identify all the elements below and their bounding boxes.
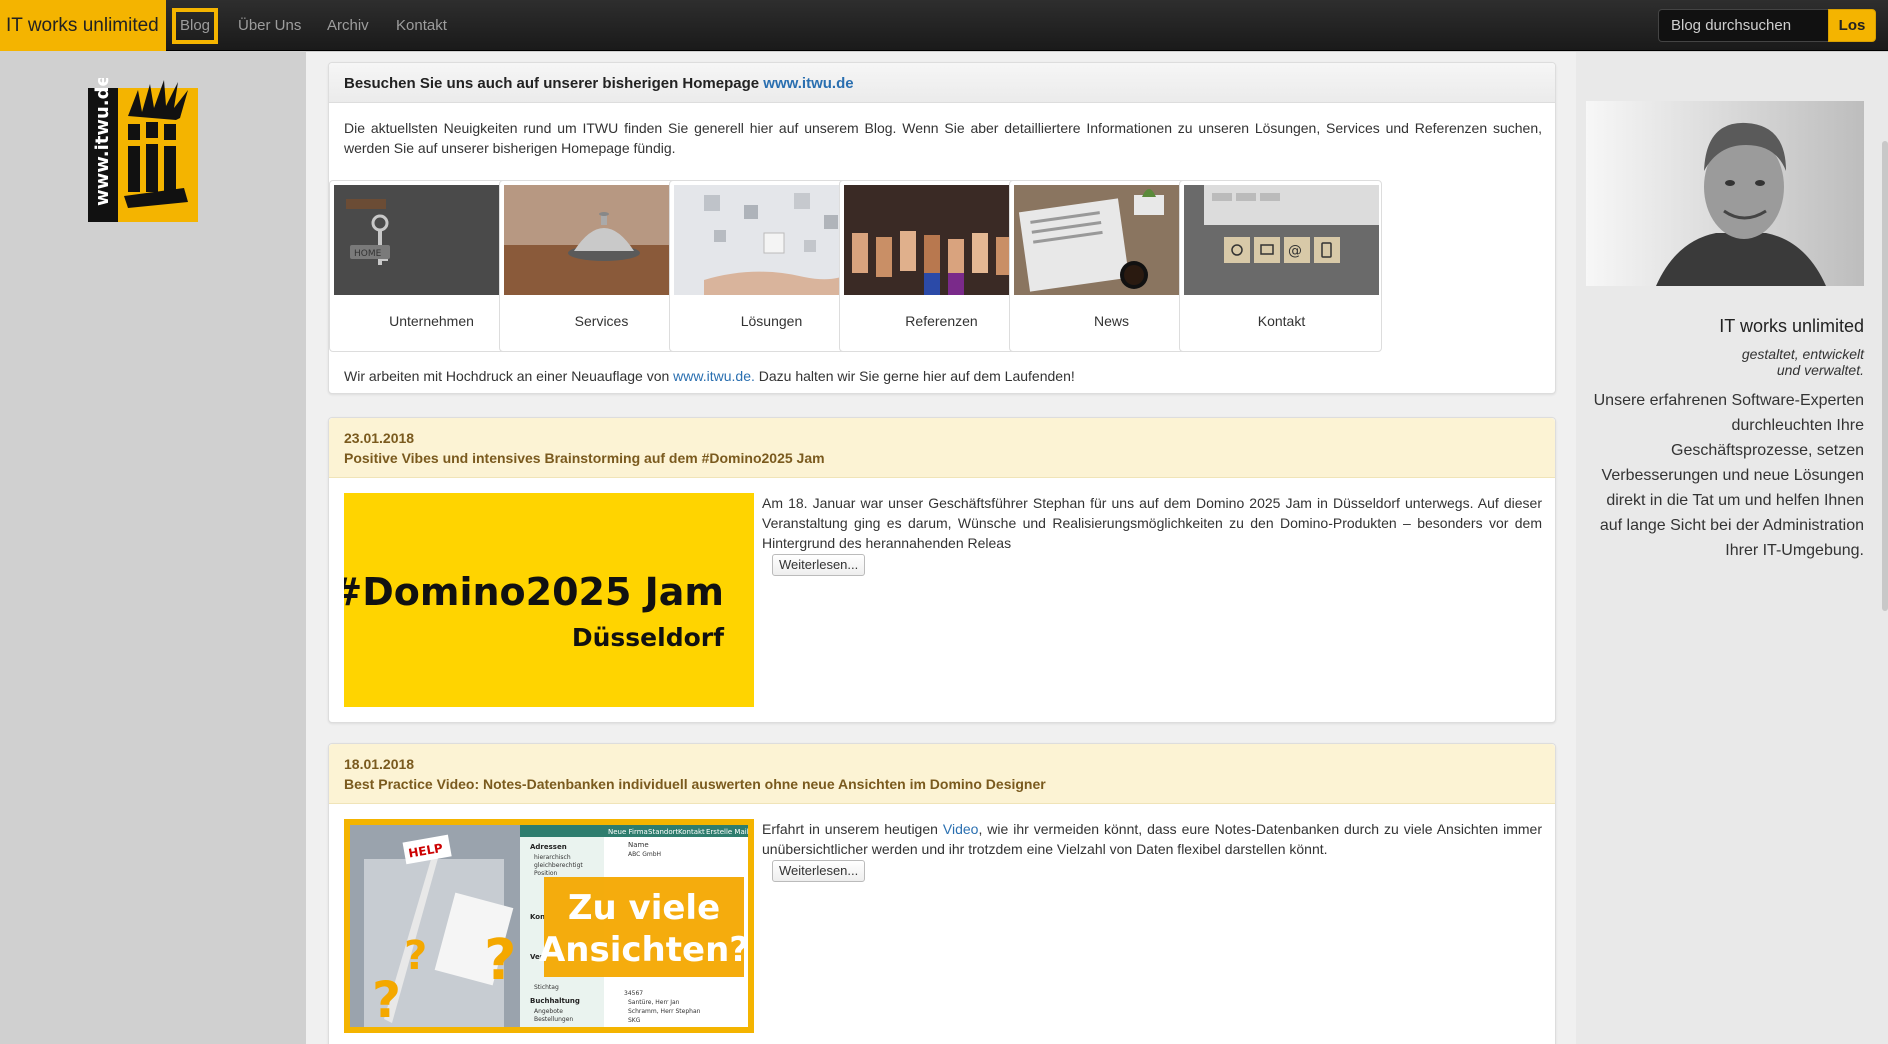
post-title-link[interactable]: Best Practice Video: Notes-Datenbanken i…: [344, 774, 1540, 794]
post-image-title-line2: Ansichten?: [539, 930, 749, 970]
post-header: 18.01.2018 Best Practice Video: Notes-Da…: [329, 744, 1555, 804]
logo-text: www.itwu.de: [92, 78, 113, 206]
ui-nav-item: Kon: [530, 913, 545, 921]
nav-item-kontakt[interactable]: Kontakt: [396, 0, 447, 51]
read-more-button[interactable]: Weiterlesen...: [772, 554, 866, 576]
contact-blocks-image: @: [1184, 185, 1379, 295]
post-date: 23.01.2018: [344, 430, 415, 446]
portrait-image: [1586, 101, 1864, 286]
ui-nav-item: Angebote: [534, 1008, 563, 1015]
intro-heading: Besuchen Sie uns auch auf unserer bisher…: [329, 63, 1555, 103]
intro-footer-suffix: Dazu halten wir Sie gerne hier auf dem L…: [758, 368, 1075, 384]
ui-button-label: Kontakt: [678, 828, 705, 836]
homepage-link[interactable]: www.itwu.de: [763, 75, 853, 92]
post-image-title: #Domino2025 Jam: [344, 570, 724, 614]
intro-footer-text: Wir arbeiten mit Hochdruck an einer Neua…: [344, 368, 670, 384]
svg-text:?: ?: [372, 971, 401, 1029]
svg-text:?: ?: [404, 933, 427, 979]
sidebar-title: IT works unlimited: [1719, 316, 1864, 336]
ui-column-header: Name: [628, 841, 649, 849]
nav-item-archiv[interactable]: Archiv: [327, 0, 369, 51]
post-image-subtitle: Düsseldorf: [572, 623, 725, 652]
post-excerpt-text: Am 18. Januar war unser Geschäftsführer …: [762, 495, 1542, 551]
post-date: 18.01.2018: [344, 756, 415, 772]
scrollbar[interactable]: [1882, 141, 1888, 611]
blog-post: 18.01.2018 Best Practice Video: Notes-Da…: [328, 743, 1556, 1044]
ui-row: ABC GmbH: [628, 851, 661, 858]
ui-nav-item: Stichtag: [534, 984, 559, 991]
itwu-logo[interactable]: www.itwu.de: [88, 78, 210, 222]
video-link[interactable]: Video: [943, 821, 979, 837]
ui-row: SKG: [628, 1017, 641, 1024]
homepage-footer-link[interactable]: www.itwu.de.: [673, 368, 755, 384]
ui-button-label: Erstelle Mail: [706, 828, 749, 836]
category-tiles: HOME Unternehmen Services Lösungen Refer…: [329, 180, 1557, 352]
search-button[interactable]: Los: [1828, 9, 1876, 42]
ui-row: 34567: [624, 990, 643, 997]
post-image-title-line1: Zu viele: [568, 888, 720, 928]
post-image[interactable]: #Domino2025 Jam Düsseldorf: [344, 493, 754, 707]
ui-nav-item: hierarchisch: [534, 854, 571, 861]
post-excerpt: Erfahrt in unserem heutigen Video, wie i…: [762, 819, 1542, 882]
blog-post: 23.01.2018 Positive Vibes und intensives…: [328, 417, 1556, 723]
sidebar-subtitle-line: und verwaltet.: [1776, 362, 1864, 378]
search-input[interactable]: [1658, 9, 1828, 42]
post-image[interactable]: HELP Neue Firma Standort Kontakt Erstell…: [344, 819, 754, 1033]
brand-link[interactable]: IT works unlimited: [0, 0, 166, 51]
intro-panel: Besuchen Sie uns auch auf unserer bisher…: [328, 62, 1556, 394]
intro-footer: Wir arbeiten mit Hochdruck an einer Neua…: [344, 368, 1075, 384]
ui-nav-item: Bestellungen: [534, 1016, 573, 1023]
tile-kontakt[interactable]: @ Kontakt: [1179, 180, 1382, 352]
intro-heading-text: Besuchen Sie uns auch auf unserer bisher…: [344, 75, 760, 92]
svg-text:@: @: [1288, 243, 1302, 259]
post-title-link[interactable]: Positive Vibes und intensives Brainstorm…: [344, 448, 1540, 468]
sidebar-subtitle: gestaltet, entwickelt und verwaltet.: [1590, 346, 1864, 378]
intro-text: Die aktuellsten Neuigkeiten rund um ITWU…: [344, 120, 1542, 156]
nav-item-ueber-uns[interactable]: Über Uns: [238, 0, 301, 51]
tile-label: Kontakt: [1257, 313, 1306, 329]
nav-item-blog[interactable]: Blog: [172, 8, 218, 44]
post-excerpt-text: Erfahrt in unserem heutigen: [762, 821, 938, 837]
ui-nav-item: Adressen: [530, 843, 567, 851]
top-navbar: IT works unlimited Blog Über Uns Archiv …: [0, 0, 1888, 51]
post-excerpt: Am 18. Januar war unser Geschäftsführer …: [762, 493, 1542, 576]
ui-nav-item: Position: [534, 870, 558, 877]
ui-row: Santüre, Herr Jan: [628, 999, 680, 1006]
svg-text:HOME: HOME: [354, 249, 382, 259]
post-header: 23.01.2018 Positive Vibes und intensives…: [329, 418, 1555, 478]
ui-button-label: Standort: [648, 828, 679, 836]
sidebar-subtitle-line: gestaltet, entwickelt: [1741, 346, 1864, 362]
sidebar-text: Unsere erfahrenen Software-Experten durc…: [1593, 392, 1864, 559]
ui-nav-item: Buchhaltung: [530, 997, 580, 1005]
read-more-button[interactable]: Weiterlesen...: [772, 860, 866, 882]
ui-row: Schramm, Herr Stephan: [628, 1008, 701, 1015]
ui-button-label: Neue Firma: [608, 828, 648, 836]
ui-nav-item: gleichberechtigt: [534, 862, 583, 869]
svg-text:?: ?: [484, 928, 516, 993]
